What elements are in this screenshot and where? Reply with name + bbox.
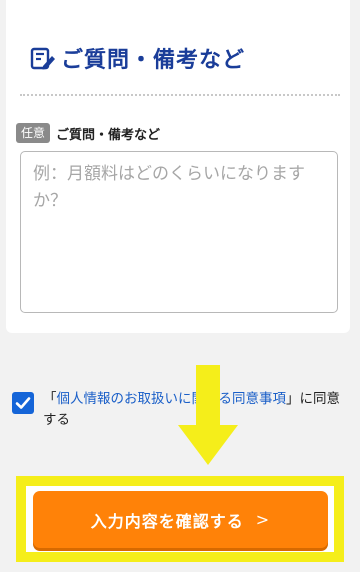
optional-badge: 任意 (16, 123, 51, 143)
checkmark-icon (15, 397, 31, 409)
section-divider (20, 94, 340, 96)
confirm-input-button[interactable]: 入力内容を確認する > (33, 491, 328, 548)
consent-checkbox[interactable] (12, 392, 34, 414)
down-arrow-icon (178, 365, 238, 465)
inquiry-textarea[interactable] (20, 151, 338, 313)
privacy-policy-link[interactable]: 個人情報のお取扱いに関する同意事項 (57, 391, 287, 407)
consent-prefix: 「 (43, 391, 57, 407)
field-label-row: 任意 ご質問・備考など (16, 122, 160, 144)
section-header: ご質問・備考など (29, 40, 245, 76)
chevron-right-icon: > (255, 510, 271, 529)
memo-pen-icon (30, 47, 55, 70)
confirm-button-label: 入力内容を確認する (90, 511, 244, 531)
field-label: ご質問・備考など (56, 127, 161, 143)
section-title: ご質問・備考など (61, 48, 246, 73)
